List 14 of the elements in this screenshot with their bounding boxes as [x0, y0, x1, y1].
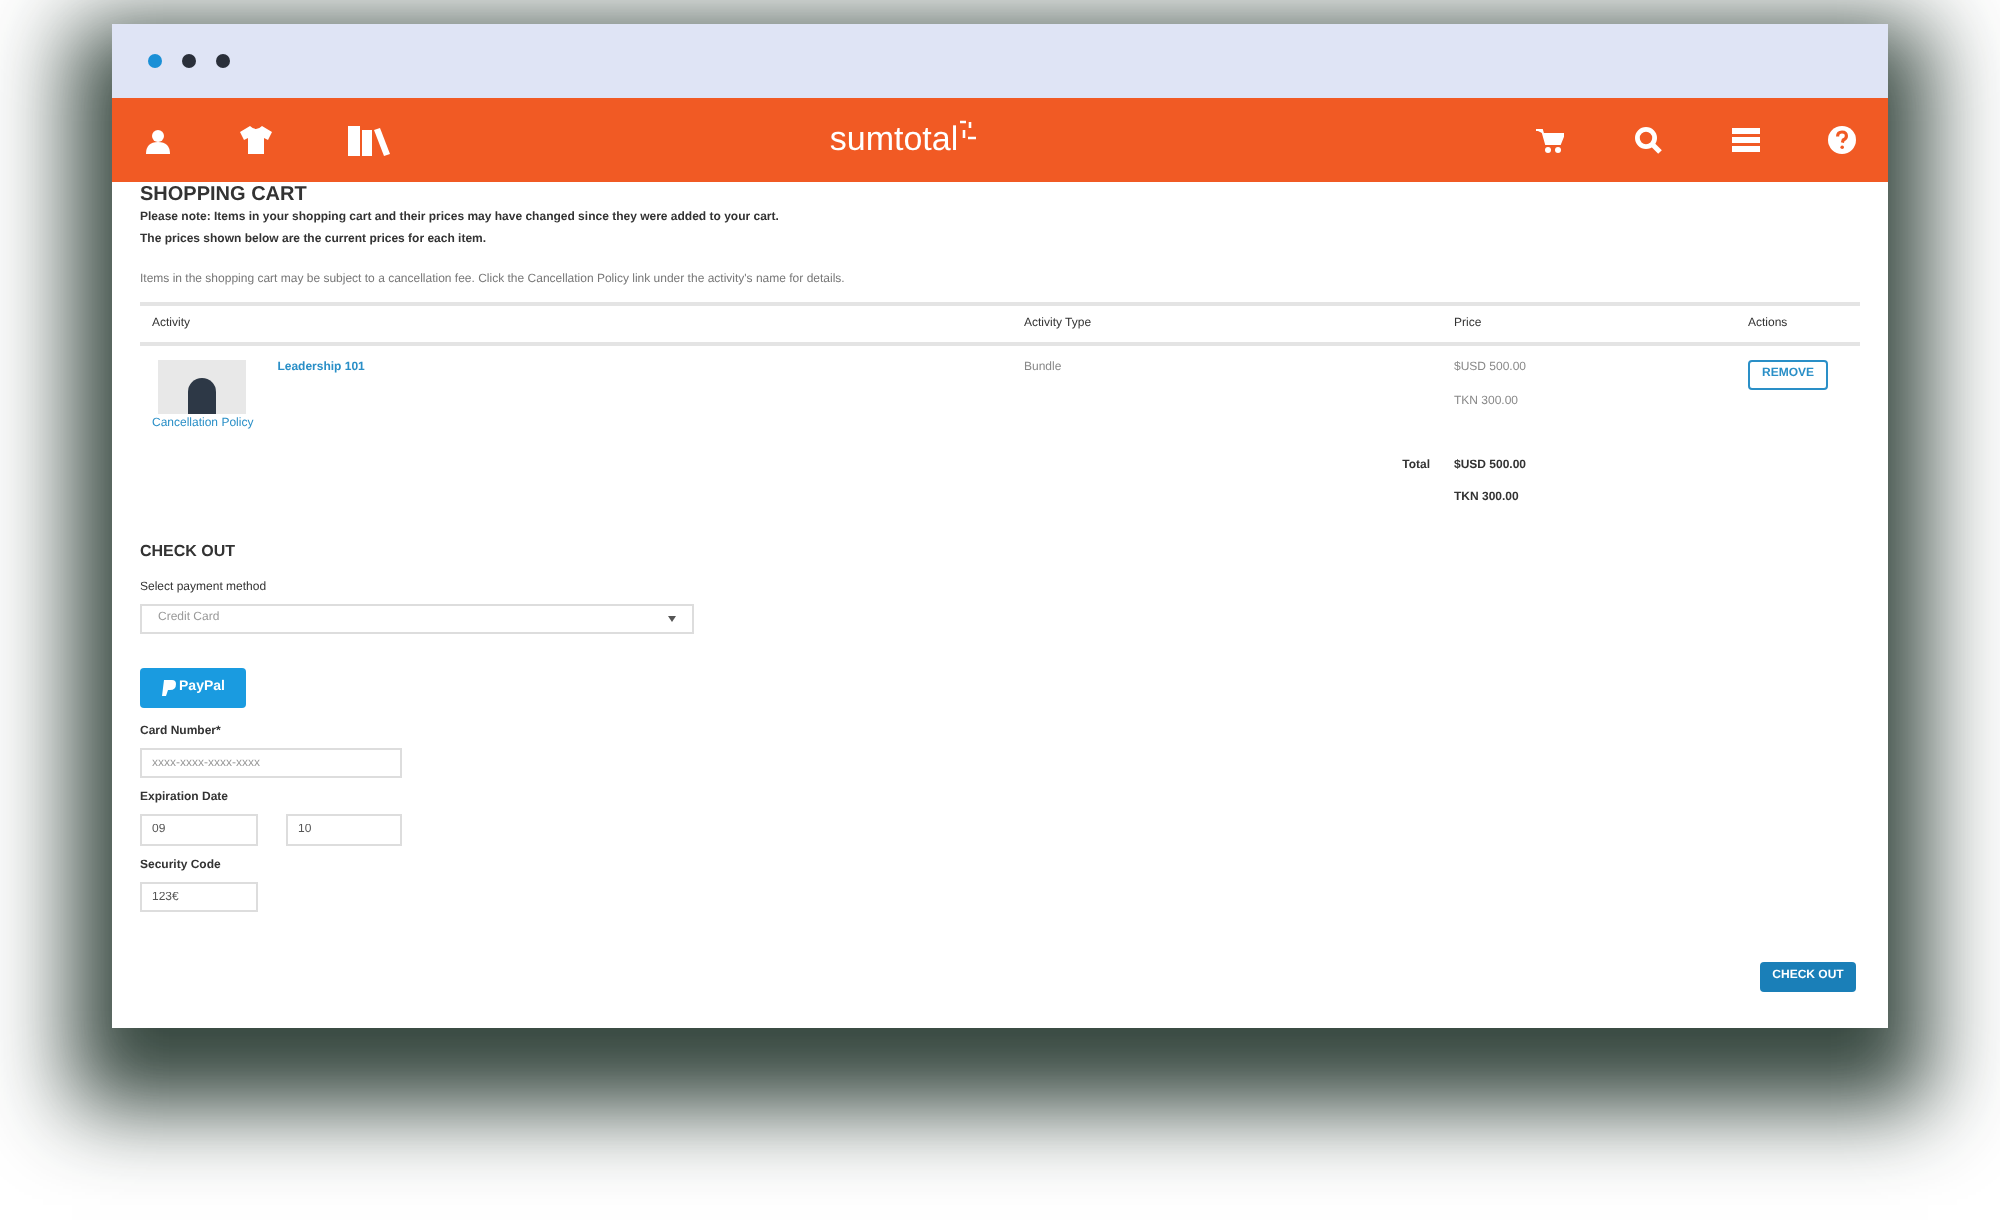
photo-placeholder	[158, 360, 247, 414]
list-icon[interactable]	[1732, 128, 1760, 152]
books-icon[interactable]	[348, 124, 392, 156]
help-icon[interactable]	[1828, 126, 1856, 154]
search-icon[interactable]	[1634, 126, 1662, 154]
logo-mark-icon	[958, 120, 979, 140]
cart-icon[interactable]	[1536, 127, 1564, 153]
logo[interactable]: sumtotal	[829, 114, 959, 166]
caret-icon	[668, 616, 676, 622]
user-icon[interactable]	[146, 127, 170, 153]
shirt-icon[interactable]	[240, 126, 272, 154]
page-title: SHOPPING CART	[140, 184, 309, 208]
paypal-icon	[161, 680, 176, 696]
section-title: CHECK OUT	[140, 540, 238, 564]
